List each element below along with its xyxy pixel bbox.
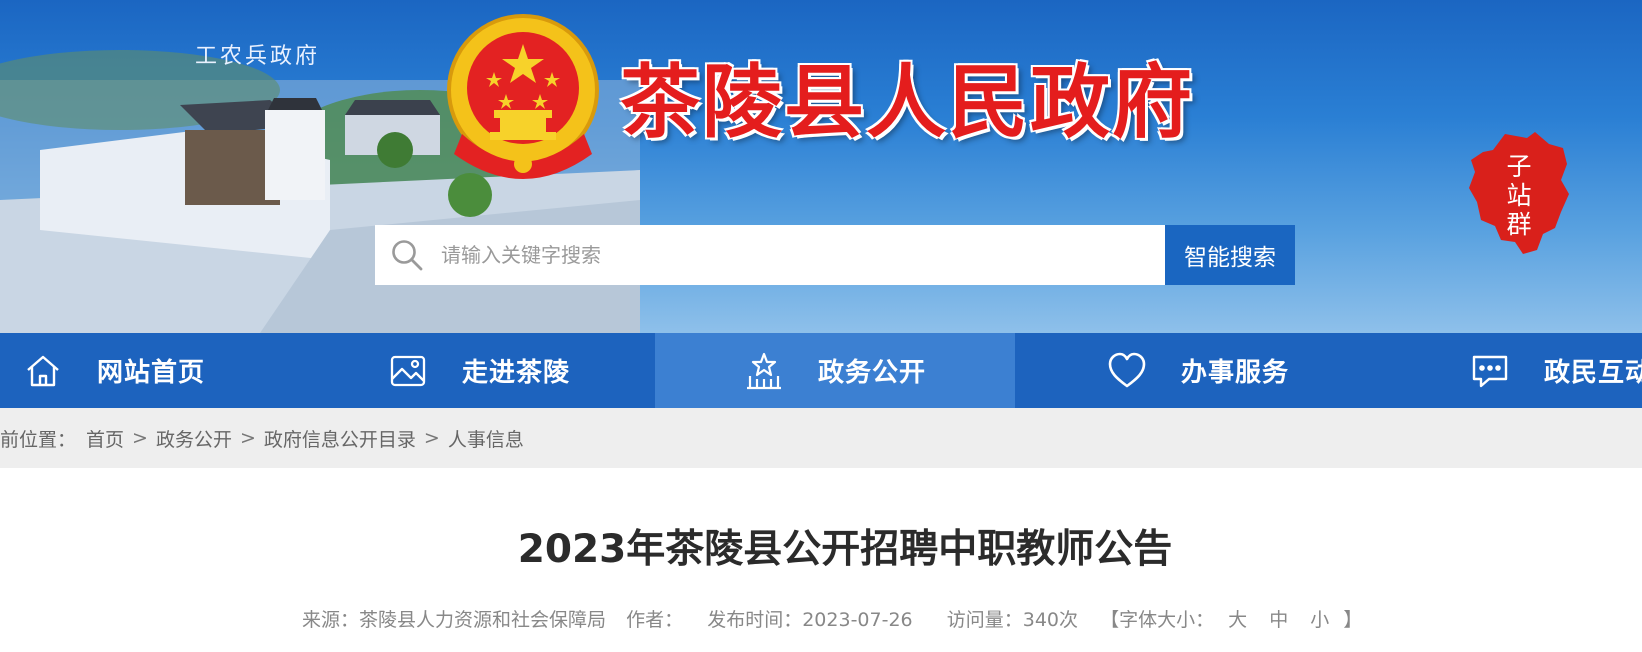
article-author: 作者： [626, 609, 684, 631]
main-nav: 网站首页 走进茶陵 政务公开 办事服务 政民互动 [0, 333, 1642, 408]
font-size-medium-button[interactable]: 中 [1269, 605, 1288, 632]
nav-item-home[interactable]: 网站首页 [0, 333, 360, 408]
nav-label: 网站首页 [97, 358, 206, 388]
article-views: 访问量：340次 [946, 609, 1078, 631]
slogan-text: 工农兵政府 [195, 44, 321, 69]
heart-icon [1105, 349, 1149, 393]
home-icon [21, 349, 65, 393]
nav-label: 办事服务 [1181, 358, 1290, 388]
breadcrumb: 前位置： 首页 > 政务公开 > 政府信息公开目录 > 人事信息 [0, 408, 1642, 468]
nav-item-interaction[interactable]: 政民互动 [1375, 333, 1642, 408]
government-building-icon [742, 349, 786, 393]
site-banner: 工农兵政府 茶陵县人民政府 子站群 智能搜索 [0, 0, 1642, 333]
nav-label: 政务公开 [818, 358, 927, 388]
site-title: 茶陵县人民政府 [620, 55, 1194, 149]
font-size-large-button[interactable]: 大 [1228, 605, 1247, 632]
breadcrumb-home-link[interactable]: 首页 [86, 425, 124, 452]
breadcrumb-separator: > [239, 427, 256, 449]
breadcrumb-prefix: 前位置： [0, 428, 77, 451]
chat-bubble-icon [1468, 349, 1512, 393]
nav-item-services[interactable]: 办事服务 [1015, 333, 1375, 408]
breadcrumb-personnel-link[interactable]: 人事信息 [448, 425, 524, 452]
search-input[interactable] [439, 225, 1165, 285]
breadcrumb-catalog-link[interactable]: 政府信息公开目录 [264, 425, 416, 452]
font-size-label: 【字体大小： [1100, 609, 1215, 631]
subsite-label[interactable]: 子站群 [1503, 152, 1535, 239]
article-publish-time: 发布时间：2023-07-26 [707, 609, 913, 631]
search-box [375, 225, 1165, 285]
breadcrumb-separator: > [423, 427, 440, 449]
national-emblem [447, 14, 599, 179]
smart-search-button[interactable]: 智能搜索 [1165, 225, 1295, 285]
nav-label: 政民互动 [1544, 358, 1642, 388]
font-size-small-button[interactable]: 小 [1310, 605, 1329, 632]
article-title: 2023年茶陵县公开招聘中职教师公告 [517, 527, 1173, 572]
nav-label: 走进茶陵 [462, 358, 571, 388]
picture-icon [386, 349, 430, 393]
article-meta: 来源：茶陵县人力资源和社会保障局 作者： 发布时间：2023-07-26 访问量… [302, 605, 1362, 632]
article-source: 来源：茶陵县人力资源和社会保障局 [302, 609, 607, 631]
font-size-close: 】 [1343, 609, 1363, 631]
nav-item-government[interactable]: 政务公开 [655, 333, 1015, 408]
breadcrumb-government-link[interactable]: 政务公开 [156, 425, 232, 452]
search-icon [375, 225, 439, 285]
breadcrumb-separator: > [132, 427, 148, 449]
